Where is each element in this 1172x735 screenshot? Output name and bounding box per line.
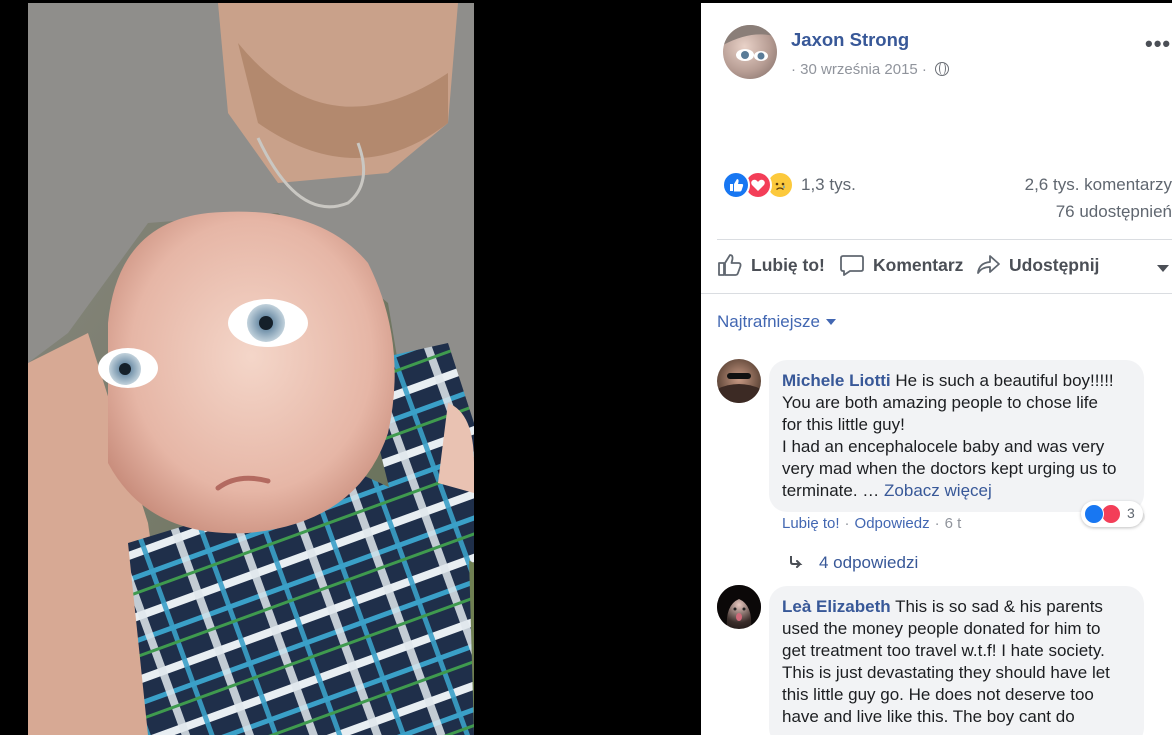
photo-viewer [0,0,700,735]
like-reaction-icon [1084,504,1104,524]
author-name[interactable]: Jaxon Strong [791,29,909,51]
like-button[interactable]: Lubię to! [717,253,825,277]
date-separator: · [791,61,796,78]
caret-down-icon [826,319,836,325]
share-arrow-icon [977,255,1000,274]
comment-text-line: used the money people donated for him to [782,619,1101,638]
comment-text-line: very mad when the doctors kept urging us… [782,459,1117,478]
author-avatar[interactable] [723,25,777,79]
comment-text-line: terminate. … [782,481,880,500]
comment-text-line: He is such a beautiful boy!!!!! [895,371,1114,390]
comment-sort-dropdown[interactable]: Najtrafniejsze [717,312,836,332]
like-reaction-icon [722,171,750,199]
comment-text-line: for this little guy! [782,415,905,434]
love-reaction-icon [1101,504,1121,524]
commenter-avatar[interactable] [717,359,761,403]
more-options-icon[interactable]: ••• [1145,31,1171,57]
commenter-name[interactable]: Michele Liotti [782,371,891,390]
date-separator: · [921,61,927,78]
comment-text-line: this little guy go. He does not deserve … [782,685,1094,704]
post-photo[interactable] [28,3,474,735]
comment-text-line: You are both amazing people to chose lif… [782,393,1098,412]
reaction-count[interactable]: 1,3 tys. [801,175,856,195]
share-button-label: Udostępnij [1009,254,1100,275]
comment-reaction-count: 3 [1127,505,1135,521]
comment-meta: Lubię to! · Odpowiedz · 6 t [782,515,962,532]
globe-icon[interactable] [935,62,950,76]
reply-arrow-icon [790,556,803,568]
see-more-link[interactable]: Zobacz więcej [884,481,992,500]
chevron-down-icon[interactable] [1157,265,1169,272]
comment-bubble: Michele Liotti He is such a beautiful bo… [769,360,1144,512]
replies-count: 4 odpowiedzi [819,553,919,572]
commenter-name[interactable]: Leà Elizabeth [782,597,891,616]
comment-text-line: get treatment too travel w.t.f! I hate s… [782,641,1105,660]
comment-text-line: I had an encephalocele baby and was very [782,437,1105,456]
comment-button[interactable]: Komentarz [839,253,963,277]
divider [701,293,1172,294]
comment-like-link[interactable]: Lubię to! [782,515,840,532]
comment-reactions[interactable]: 3 [1081,501,1143,527]
comment-button-label: Komentarz [873,254,964,275]
thumb-up-icon [718,254,742,276]
post-side-panel: Jaxon Strong · 30 września 2015 · ••• 1,… [701,3,1172,735]
speech-bubble-icon [840,255,864,276]
like-button-label: Lubię to! [751,254,825,275]
post-meta: · 30 września 2015 · [791,61,950,78]
comments-count[interactable]: 2,6 tys. komentarzy [992,175,1172,195]
post-date[interactable]: 30 września 2015 [800,61,918,78]
comment-bubble: Leà Elizabeth This is so sad & his paren… [769,586,1144,735]
comment-time[interactable]: 6 t [945,515,962,532]
comment-reply-link[interactable]: Odpowiedz [855,515,930,532]
share-button[interactable]: Udostępnij [975,253,1099,277]
shares-count[interactable]: 76 udostępnień [992,202,1172,222]
sort-label: Najtrafniejsze [717,312,820,331]
comment-text-line: This is so sad & his parents [895,597,1103,616]
comment-text-line: have and live like this. The boy cant do [782,707,1075,726]
comment-text-line: This is just devastating they should hav… [782,663,1110,682]
divider [717,239,1172,240]
view-replies-link[interactable]: 4 odpowiedzi [789,553,918,573]
commenter-avatar[interactable] [717,585,761,629]
